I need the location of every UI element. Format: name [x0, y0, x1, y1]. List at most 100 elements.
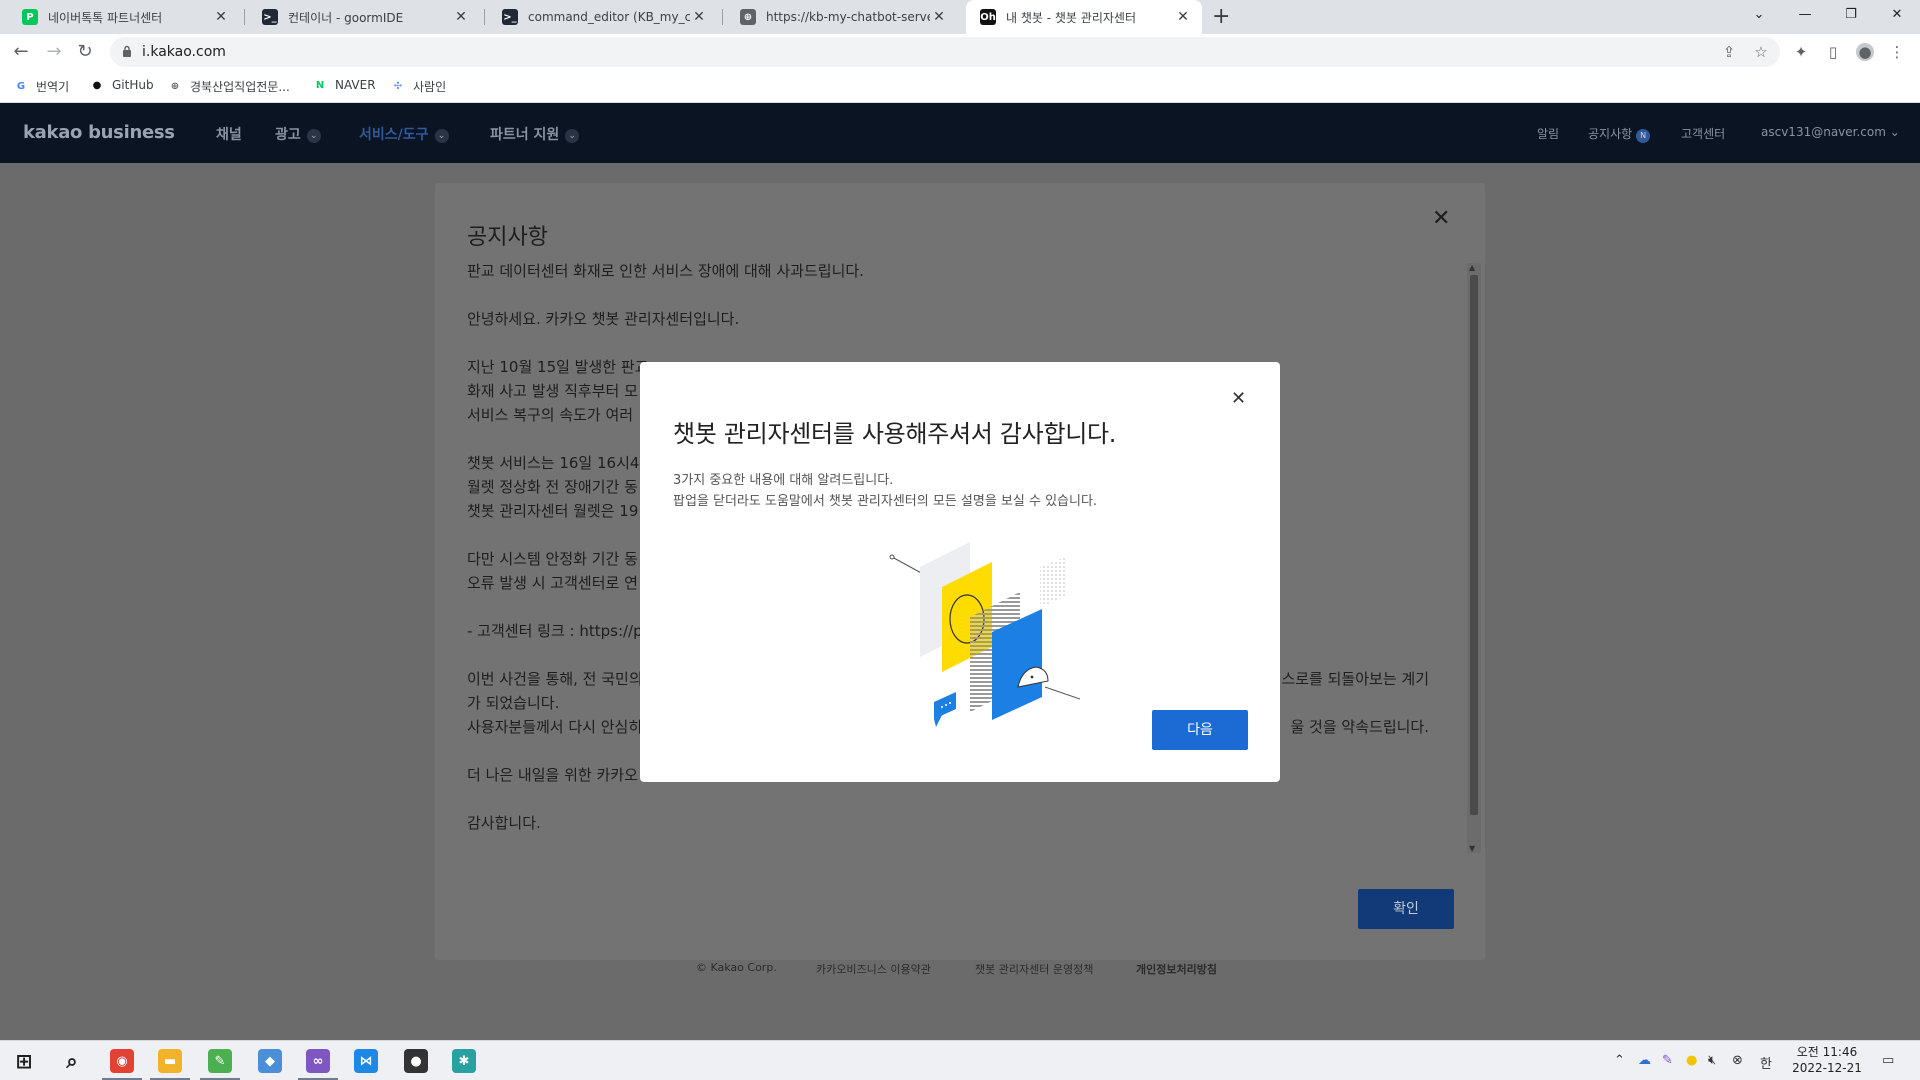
footer-copyright: © Kakao Corp.: [696, 961, 777, 974]
share-icon[interactable]: ⇪: [1720, 43, 1738, 61]
tab-close-icon[interactable]: ✕: [452, 9, 470, 25]
new-badge: N: [1636, 129, 1651, 143]
kakao-business-logo[interactable]: kakao business: [23, 122, 175, 143]
notification-icon[interactable]: ▭: [1882, 1053, 1894, 1068]
dialog-description-line: 3가지 중요한 내용에 대해 알려드립니다.: [673, 473, 894, 488]
start-button[interactable]: ⊞: [0, 1041, 48, 1080]
bookmark-item[interactable]: ● GitHub: [90, 78, 154, 92]
terminal-icon: >_: [502, 9, 518, 25]
notice-confirm-button[interactable]: 확인: [1358, 889, 1454, 929]
browser-tab[interactable]: ⊕ https://kb-my-chatbot-server-gu...✕: [726, 0, 958, 34]
chrome-icon-glyph: ◉: [110, 1049, 134, 1073]
bookmark-label: GitHub: [112, 78, 154, 92]
chevron-down-icon: ⌄: [434, 129, 449, 143]
tool-icon[interactable]: ✱: [440, 1041, 488, 1080]
gnb-item-label: 광고: [275, 127, 301, 143]
search-icon-glyph: ⌕: [66, 1049, 78, 1073]
kakaotalk-icon[interactable]: ●: [1686, 1053, 1697, 1068]
back-icon[interactable]: ←: [9, 40, 33, 64]
app-icon[interactable]: ◆: [246, 1041, 294, 1080]
restore-button[interactable]: ❐: [1828, 0, 1874, 30]
bookmark-item[interactable]: G 번역기: [14, 78, 69, 95]
notice-title: 공지사항: [467, 225, 548, 250]
tab-title: 네이버톡톡 파트너센터: [48, 10, 163, 25]
file-explorer-icon-glyph: ▬: [158, 1049, 182, 1073]
close-icon[interactable]: ✕: [1432, 206, 1450, 231]
volume-muted-icon[interactable]: 🔇︎: [1708, 1053, 1716, 1068]
saramin-icon: ✣: [393, 81, 403, 92]
account-menu[interactable]: ascv131@naver.com ⌄: [1761, 125, 1900, 139]
gnb-item[interactable]: 서비스/도구 ⌄: [359, 124, 449, 144]
tab-close-icon[interactable]: ✕: [212, 9, 230, 25]
minimize-button[interactable]: —: [1782, 0, 1828, 30]
gnb-item[interactable]: 파트너 지원 ⌄: [490, 124, 580, 144]
terminal-icon: >_: [262, 9, 278, 25]
tab-close-icon[interactable]: ✕: [1174, 9, 1192, 25]
close-window-button[interactable]: ✕: [1874, 0, 1920, 30]
ime-indicator[interactable]: 한: [1760, 1053, 1772, 1072]
bookmark-item[interactable]: N NAVER: [313, 78, 376, 92]
side-panel-icon[interactable]: ▯: [1824, 43, 1842, 61]
new-tab-button[interactable]: +: [1212, 4, 1230, 29]
visual-studio-icon[interactable]: ∞: [294, 1041, 342, 1080]
browser-tab[interactable]: Oh 내 챗봇 - 챗봇 관리자센터 ✕: [966, 0, 1202, 34]
bookmark-item[interactable]: ✣ 사람인: [391, 78, 446, 95]
browser-tab[interactable]: P 네이버톡톡 파트너센터 ✕: [8, 0, 240, 34]
tab-search-button[interactable]: ⌄: [1736, 0, 1782, 30]
bookmark-star-icon[interactable]: ☆: [1752, 43, 1770, 61]
footer-privacy-link[interactable]: 개인정보처리방침: [1136, 961, 1217, 977]
dialog-title: 챗봇 관리자센터를 사용해주셔서 감사합니다.: [673, 420, 1117, 448]
obs-icon[interactable]: ●: [392, 1041, 440, 1080]
browser-tab[interactable]: >_ command_editor (KB_my_chatbot...✕: [488, 0, 718, 34]
scroll-down-icon[interactable]: ▼: [1469, 844, 1475, 853]
gnb-item[interactable]: 채널: [216, 124, 242, 144]
tool-icon-glyph: ✱: [452, 1049, 476, 1073]
scrollbar-thumb[interactable]: [1470, 275, 1478, 815]
lock-icon: [123, 45, 131, 57]
chrome-icon[interactable]: ◉: [98, 1041, 146, 1080]
chatbot-illustration: [889, 542, 1080, 727]
support-link[interactable]: 고객센터: [1681, 125, 1725, 142]
tab-close-icon[interactable]: ✕: [930, 9, 948, 25]
address-bar[interactable]: i.kakao.com: [110, 37, 1780, 67]
bookmark-item[interactable]: ⊕ 경북산업직업전문...: [168, 78, 290, 95]
tray-chevron-icon[interactable]: ⌃: [1614, 1053, 1625, 1068]
browser-tab[interactable]: >_ 컨테이너 - goormIDE ✕: [248, 0, 480, 34]
chevron-down-icon: ⌄: [306, 129, 321, 143]
network-icon[interactable]: ⊗: [1732, 1053, 1743, 1068]
system-clock[interactable]: 오전 11:46 2022-12-21: [1790, 1044, 1864, 1076]
bookmarks-bar: G 번역기 ● GitHub ⊕ 경북산업직업전문... N NAVER ✣ 사람인: [0, 70, 1920, 103]
profile-avatar[interactable]: ●: [1856, 43, 1874, 61]
dialog-description-line: 팝업을 닫더라도 도움말에서 챗봇 관리자센터의 모든 설명을 보실 수 있습니…: [673, 494, 1098, 509]
github-icon: ●: [92, 79, 102, 91]
reload-icon[interactable]: ↻: [73, 40, 97, 64]
clock-date: 2022-12-21: [1792, 1061, 1862, 1075]
vscode-icon-glyph: ⋈: [354, 1049, 378, 1073]
notepad-icon[interactable]: ✎: [196, 1041, 244, 1080]
onedrive-icon[interactable]: ☁: [1638, 1053, 1651, 1068]
tab-close-icon[interactable]: ✕: [690, 9, 708, 25]
footer-policy-link[interactable]: 챗봇 관리자센터 운영정책: [975, 961, 1093, 977]
gnb-item[interactable]: 광고 ⌄: [275, 124, 321, 144]
browser-tab-bar: + ⌄ — ❐ ✕ P 네이버톡톡 파트너센터 ✕ >_ 컨테이너 - goormIDE…: [0, 0, 1920, 34]
browser-menu-icon[interactable]: ⋮: [1888, 43, 1906, 61]
notice-scrollbar[interactable]: ▲ ▼: [1467, 263, 1481, 853]
scroll-up-icon[interactable]: ▲: [1469, 263, 1475, 272]
visual-studio-icon-glyph: ∞: [306, 1049, 330, 1073]
next-button[interactable]: 다음: [1152, 710, 1248, 750]
file-explorer-icon[interactable]: ▬: [146, 1041, 194, 1080]
vscode-icon[interactable]: ⋈: [342, 1041, 390, 1080]
extensions-icon[interactable]: ✦: [1792, 43, 1810, 61]
footer-terms-link[interactable]: 카카오비즈니스 이용약관: [816, 961, 931, 977]
alarm-link[interactable]: 알림: [1537, 125, 1559, 142]
notice-link[interactable]: 공지사항 N: [1588, 125, 1651, 143]
bookmark-label: 번역기: [36, 80, 70, 94]
tab-separator: [484, 9, 485, 25]
notice-line-fragment: 울 것을 약속드립니다.: [1290, 718, 1429, 736]
dialog-close-icon[interactable]: ✕: [1231, 388, 1246, 409]
globe-icon: ⊕: [740, 9, 756, 25]
tab-title: command_editor (KB_my_chatbot...: [528, 10, 690, 24]
forward-icon[interactable]: →: [42, 40, 66, 64]
search-icon[interactable]: ⌕: [48, 1041, 96, 1080]
pen-icon[interactable]: ✎: [1662, 1053, 1673, 1068]
